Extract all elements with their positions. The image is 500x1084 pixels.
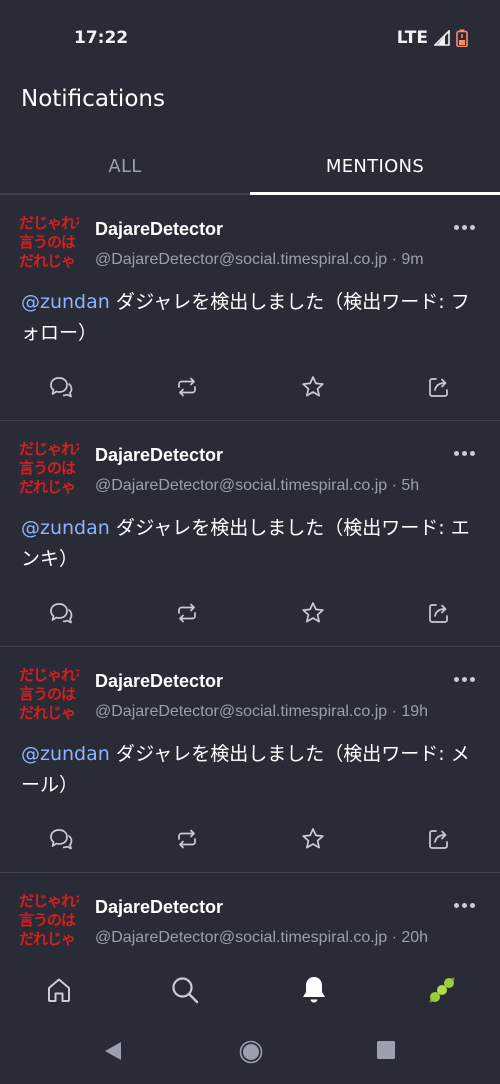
account-handle-line: @DajareDetector@social.timespiral.co.jp … [95,929,428,947]
boost-icon[interactable] [172,373,202,401]
star-icon[interactable] [298,825,328,853]
account-handle: @DajareDetector@social.timespiral.co.jp [95,477,388,494]
avatar-line: だれじゃ [19,704,76,722]
profile-icon[interactable] [424,972,460,1008]
status-post[interactable]: だじゃれを 言うのは だれじゃ DajareDetector @DajareDe… [0,873,500,960]
post-time: 5h [401,477,420,494]
system-navigation-bar [0,1020,500,1084]
battery-icon [456,29,468,47]
notification-feed[interactable]: だじゃれを 言うのは だれじゃ DajareDetector @DajareDe… [0,195,500,960]
reply-icon[interactable] [46,373,76,401]
avatar[interactable]: だじゃれを 言うのは だれじゃ [19,892,79,952]
display-name[interactable]: DajareDetector [95,897,223,918]
boost-icon[interactable] [172,825,202,853]
more-options-icon[interactable] [452,443,476,463]
reply-icon[interactable] [46,599,76,627]
home-button-icon[interactable] [239,1040,263,1068]
account-handle-line: @DajareDetector@social.timespiral.co.jp … [95,477,419,495]
status-post[interactable]: だじゃれを 言うのは だれじゃ DajareDetector @DajareDe… [0,647,500,873]
avatar-line: 言うのは [19,911,76,929]
avatar-line: 言うのは [19,233,76,251]
share-icon[interactable] [424,825,454,853]
avatar-line: だじゃれを [19,666,79,684]
avatar[interactable]: だじゃれを 言うのは だれじゃ [19,666,79,726]
post-time: 20h [401,929,429,946]
mention-link[interactable]: @zundan [21,743,110,765]
separator: · [387,929,402,946]
notification-tabs: ALL MENTIONS [0,140,500,195]
star-icon[interactable] [298,599,328,627]
more-options-icon[interactable] [452,217,476,237]
account-handle: @DajareDetector@social.timespiral.co.jp [95,929,388,946]
tab-mentions[interactable]: MENTIONS [250,140,500,195]
status-post[interactable]: だじゃれを 言うのは だれじゃ DajareDetector @DajareDe… [0,421,500,647]
avatar-line: だじゃれを [19,892,79,910]
avatar-line: だれじゃ [19,478,76,496]
post-actions [0,373,500,401]
post-content: @zundan ダジャレを検出しました（検出ワード: エンキ） [21,513,481,575]
signal-icon [434,30,450,46]
separator: · [387,703,402,720]
avatar-line: 言うのは [19,459,76,477]
display-name[interactable]: DajareDetector [95,445,223,466]
status-indicators: LTE [397,28,468,48]
back-icon[interactable] [103,1040,123,1066]
more-options-icon[interactable] [452,669,476,689]
avatar-line: だれじゃ [19,930,76,948]
status-post[interactable]: だじゃれを 言うのは だれじゃ DajareDetector @DajareDe… [0,195,500,421]
status-bar: 17:22 LTE [0,0,500,78]
post-content: @zundan ダジャレを検出しました（検出ワード: メール） [21,739,481,801]
post-actions [0,599,500,627]
post-time: 19h [401,703,429,720]
separator: · [387,477,402,494]
account-handle-line: @DajareDetector@social.timespiral.co.jp … [95,703,428,721]
avatar[interactable]: だじゃれを 言うのは だれじゃ [19,214,79,274]
network-type: LTE [396,28,428,48]
boost-icon[interactable] [172,599,202,627]
status-time: 17:22 [74,28,129,48]
post-actions [0,825,500,853]
avatar-line: だじゃれを [19,214,79,232]
account-handle-line: @DajareDetector@social.timespiral.co.jp … [95,251,424,269]
post-time: 9m [401,251,424,268]
bottom-navigation [0,960,500,1020]
account-handle: @DajareDetector@social.timespiral.co.jp [95,251,388,268]
tab-all[interactable]: ALL [0,140,250,193]
post-content: @zundan ダジャレを検出しました（検出ワード: フォロー） [21,287,481,349]
recents-icon[interactable] [376,1040,396,1064]
mention-link[interactable]: @zundan [21,291,110,313]
page-title: Notifications [21,86,165,112]
display-name[interactable]: DajareDetector [95,671,223,692]
bell-icon[interactable] [296,972,332,1008]
share-icon[interactable] [424,373,454,401]
search-icon[interactable] [167,972,203,1008]
more-options-icon[interactable] [452,895,476,915]
share-icon[interactable] [424,599,454,627]
mention-link[interactable]: @zundan [21,517,110,539]
avatar[interactable]: だじゃれを 言うのは だれじゃ [19,440,79,500]
avatar-line: 言うのは [19,685,76,703]
avatar-line: だれじゃ [19,252,76,270]
display-name[interactable]: DajareDetector [95,219,223,240]
avatar-line: だじゃれを [19,440,79,458]
separator: · [387,251,402,268]
account-handle: @DajareDetector@social.timespiral.co.jp [95,703,388,720]
reply-icon[interactable] [46,825,76,853]
star-icon[interactable] [298,373,328,401]
home-icon[interactable] [41,972,77,1008]
